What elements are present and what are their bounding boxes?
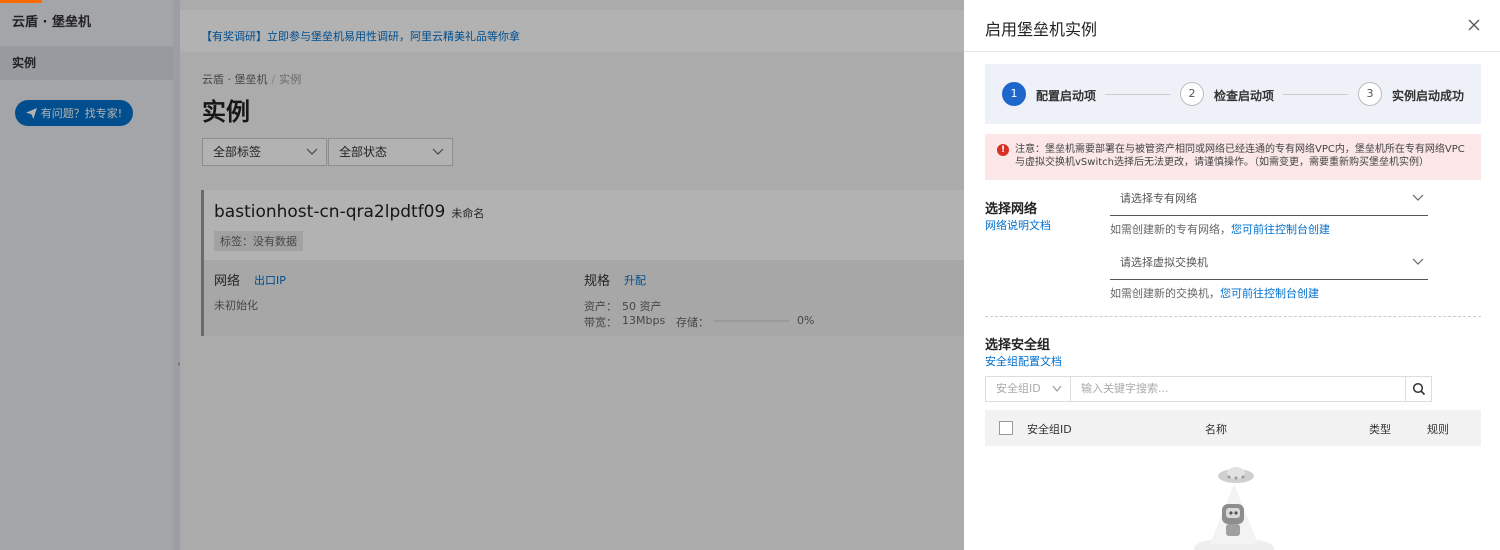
column-header-id: 安全组ID	[1027, 423, 1072, 436]
step-2-circle: 2	[1180, 82, 1204, 106]
security-group-doc-link[interactable]: 安全组配置文档	[985, 353, 1062, 369]
security-group-table-header: 安全组ID 名称 类型 规则	[985, 410, 1481, 446]
vswitch-select-placeholder: 请选择虚拟交换机	[1120, 256, 1208, 269]
brand-accent-bar	[0, 0, 42, 3]
step-connector	[1283, 94, 1348, 95]
warning-text: 注意：堡垒机需要部署在与被管资产相同或网络已经连通的专有网络VPC内，堡垒机所在…	[1015, 144, 1465, 168]
modal-backdrop[interactable]	[0, 0, 964, 550]
vswitch-hint: 如需创建新的交换机，您可前往控制台创建	[1110, 285, 1319, 301]
empty-state-ufo-icon	[1194, 467, 1274, 550]
step-2-label: 检查启动项	[1214, 89, 1275, 103]
column-header-name: 名称	[1205, 423, 1227, 436]
vswitch-create-link[interactable]: 您可前往控制台创建	[1220, 287, 1319, 300]
select-all-checkbox[interactable]	[999, 421, 1013, 435]
app-root: 云盾 · 堡垒机 实例 有问题？找专家! ‹ 【有奖调研】立即参与堡垒机易用性调…	[0, 0, 1500, 550]
step-connector	[1105, 94, 1170, 95]
security-group-search: 安全组ID 输入关键字搜索...	[985, 376, 1406, 402]
vpc-hint: 如需创建新的专有网络，您可前往控制台创建	[1110, 221, 1330, 237]
chevron-down-icon	[1412, 258, 1424, 265]
step-3-circle: 3	[1358, 82, 1382, 106]
warning-alert: ! 注意：堡垒机需要部署在与被管资产相同或网络已经连通的专有网络VPC内，堡垒机…	[985, 134, 1481, 180]
vpc-hint-text: 如需创建新的专有网络，	[1110, 223, 1231, 236]
chevron-down-icon	[1052, 385, 1062, 392]
column-header-type: 类型	[1369, 423, 1391, 436]
drawer-header: 启用堡垒机实例	[964, 0, 1500, 52]
step-3-label: 实例启动成功	[1392, 89, 1465, 103]
vpc-select[interactable]: 请选择专有网络	[1110, 190, 1428, 216]
search-input[interactable]: 输入关键字搜索...	[1081, 377, 1169, 401]
step-1-label: 配置启动项	[1036, 89, 1097, 103]
close-icon[interactable]	[1467, 18, 1481, 32]
network-doc-link[interactable]: 网络说明文档	[985, 217, 1051, 233]
search-icon	[1412, 382, 1425, 396]
vswitch-select[interactable]: 请选择虚拟交换机	[1110, 254, 1428, 280]
security-group-section-label: 选择安全组	[985, 338, 1051, 353]
chevron-down-icon	[1412, 194, 1424, 201]
column-header-rules: 规则	[1427, 423, 1449, 436]
error-icon: !	[997, 144, 1009, 156]
vpc-create-link[interactable]: 您可前往控制台创建	[1231, 223, 1330, 236]
search-field-select[interactable]: 安全组ID	[986, 377, 1071, 401]
network-section-label: 选择网络	[985, 202, 1038, 217]
step-indicator: 1 配置启动项 2 检查启动项 3 实例启动成功	[985, 64, 1481, 124]
section-divider	[985, 316, 1481, 317]
drawer-title: 启用堡垒机实例	[985, 20, 1098, 39]
vpc-select-placeholder: 请选择专有网络	[1120, 192, 1197, 205]
vswitch-hint-text: 如需创建新的交换机，	[1110, 287, 1220, 300]
step-1-circle: 1	[1002, 82, 1026, 106]
search-field-value: 安全组ID	[996, 382, 1041, 395]
enable-instance-drawer: 启用堡垒机实例 1 配置启动项 2 检查启动项 3 实例启动成功 ! 注意：堡垒…	[964, 0, 1500, 550]
search-button[interactable]	[1406, 376, 1432, 402]
